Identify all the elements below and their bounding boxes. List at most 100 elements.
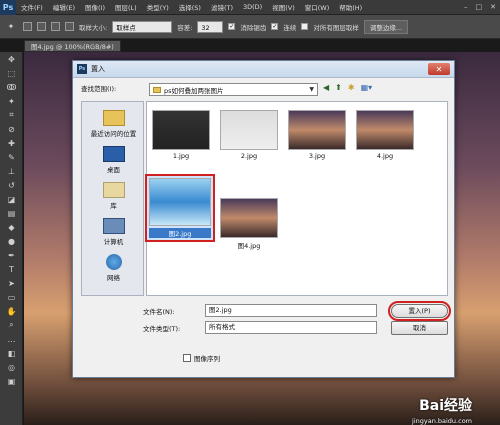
- place-recent[interactable]: 最近访问的位置: [82, 110, 145, 138]
- gradient-tool-icon[interactable]: ▤: [0, 206, 23, 220]
- menu-file[interactable]: 文件(F): [16, 2, 48, 12]
- subtract-selection-icon[interactable]: [51, 22, 60, 31]
- shape-tool-icon[interactable]: ▭: [0, 290, 23, 304]
- dialog-title: 置入: [91, 65, 105, 73]
- filename-input[interactable]: 图2.jpg: [205, 304, 377, 317]
- place-button[interactable]: 置入(P): [388, 301, 451, 321]
- place-desktop[interactable]: 桌面: [82, 146, 145, 174]
- place-network-label: 网络: [107, 274, 120, 282]
- dodge-tool-icon[interactable]: ●: [0, 234, 23, 248]
- recent-places-icon: [102, 110, 125, 126]
- move-tool-icon[interactable]: ✥: [0, 52, 23, 66]
- antialias-checkbox[interactable]: ✓: [228, 23, 236, 30]
- intersect-selection-icon[interactable]: [65, 22, 74, 31]
- tolerance-input[interactable]: 32: [197, 20, 224, 33]
- menu-window[interactable]: 窗口(W): [300, 2, 335, 12]
- place-recent-label: 最近访问的位置: [90, 130, 137, 138]
- file-item[interactable]: 3.jpg: [287, 110, 347, 160]
- document-tab[interactable]: 图4.jpg @ 100%(RGB/8#): [24, 40, 121, 52]
- minimize-icon[interactable]: –: [460, 3, 472, 11]
- filename-label: 文件名(N):: [143, 307, 175, 316]
- hand-tool-icon[interactable]: ✋: [0, 304, 23, 318]
- file-item[interactable]: 1.jpg: [151, 110, 211, 160]
- blur-tool-icon[interactable]: ◆: [0, 220, 23, 234]
- maximize-icon[interactable]: □: [472, 3, 487, 11]
- menu-edit[interactable]: 编辑(E): [48, 2, 80, 12]
- thumbnail: [220, 198, 278, 238]
- chevron-down-icon: ▼: [309, 86, 314, 93]
- add-selection-icon[interactable]: [37, 22, 46, 31]
- options-bar: ✦ 取样大小: 取样点 容差: 32 ✓ 消除锯齿 ✓ 连续 对所有图层取样 调…: [0, 15, 500, 39]
- network-icon: [105, 254, 122, 270]
- file-item[interactable]: 2.jpg: [219, 110, 279, 160]
- back-icon[interactable]: ◀: [323, 83, 329, 92]
- color-swatch-icon[interactable]: ◧: [0, 346, 23, 360]
- image-sequence-checkbox[interactable]: [183, 354, 191, 362]
- file-name: 3.jpg: [308, 152, 326, 160]
- crop-tool-icon[interactable]: ⌗: [0, 108, 23, 122]
- file-item[interactable]: 图4.jpg: [219, 198, 279, 250]
- thumbnail: [288, 110, 346, 150]
- refine-edge-button[interactable]: 调整边缘...: [363, 19, 409, 34]
- view-menu-icon[interactable]: ▦▾: [361, 83, 373, 92]
- watermark-brand: Bai经验: [419, 398, 472, 414]
- sample-size-select[interactable]: 取样点: [112, 20, 173, 33]
- file-item-selected[interactable]: 图2.jpg: [145, 174, 215, 242]
- contiguous-checkbox[interactable]: ✓: [271, 23, 279, 30]
- filename-row: 文件名(N): 图2.jpg: [143, 304, 377, 317]
- brush-tool-icon[interactable]: ✎: [0, 150, 23, 164]
- path-select-icon[interactable]: ➤: [0, 276, 23, 290]
- magic-wand-icon[interactable]: ✦: [0, 94, 23, 108]
- place-library-label: 库: [110, 202, 117, 210]
- menu-select[interactable]: 选择(S): [174, 2, 206, 12]
- look-in-value: ps如何叠加两张图片: [164, 86, 224, 95]
- nav-buttons: ◀ ⬆ ✱ ▦▾: [323, 83, 372, 92]
- type-tool-icon[interactable]: T: [0, 262, 23, 276]
- file-name: 2.jpg: [240, 152, 258, 160]
- place-desktop-label: 桌面: [107, 166, 120, 174]
- menu-view[interactable]: 视图(V): [267, 2, 300, 12]
- tolerance-label: 容差:: [177, 23, 193, 32]
- menu-filter[interactable]: 滤镜(T): [206, 2, 238, 12]
- new-folder-icon[interactable]: ✱: [348, 83, 355, 92]
- healing-brush-icon[interactable]: ✚: [0, 136, 23, 150]
- zoom-tool-icon[interactable]: ⌕: [0, 318, 23, 332]
- look-in-select[interactable]: ps如何叠加两张图片 ▼: [149, 83, 318, 96]
- menu-type[interactable]: 类型(Y): [142, 2, 174, 12]
- extra-tools-icon[interactable]: …: [0, 332, 23, 346]
- contiguous-label: 连续: [283, 23, 297, 32]
- up-folder-icon[interactable]: ⬆: [335, 83, 342, 92]
- menu-layer[interactable]: 图层(L): [110, 2, 142, 12]
- history-brush-icon[interactable]: ↺: [0, 178, 23, 192]
- all-layers-checkbox[interactable]: [301, 23, 309, 30]
- menu-help[interactable]: 帮助(H): [334, 2, 367, 12]
- menu-3d[interactable]: 3D(D): [238, 3, 267, 11]
- quick-mask-icon[interactable]: ◎: [0, 360, 23, 374]
- sample-size-label: 取样大小:: [79, 23, 108, 32]
- library-icon: [102, 182, 125, 198]
- marquee-tool-icon[interactable]: ⬚: [0, 66, 23, 80]
- cancel-button[interactable]: 取消: [391, 321, 448, 335]
- all-layers-label: 对所有图层取样: [313, 23, 359, 32]
- close-icon[interactable]: ✕: [486, 3, 500, 11]
- new-selection-icon[interactable]: [23, 22, 32, 31]
- magic-wand-tool-icon[interactable]: ✦: [4, 20, 18, 34]
- dialog-close-button[interactable]: ✕: [428, 63, 450, 75]
- lasso-tool-icon[interactable]: ↂ: [0, 80, 23, 94]
- place-dialog: Ps 置入 ✕ 查找范围(I): ps如何叠加两张图片 ▼ ◀ ⬆ ✱ ▦▾ 最…: [72, 60, 455, 378]
- pen-tool-icon[interactable]: ✒: [0, 248, 23, 262]
- screen-mode-icon[interactable]: ▣: [0, 374, 23, 388]
- place-network[interactable]: 网络: [82, 254, 145, 282]
- places-bar: 最近访问的位置 桌面 库 计算机 网络: [81, 101, 144, 296]
- eyedropper-tool-icon[interactable]: ⊘: [0, 122, 23, 136]
- place-computer[interactable]: 计算机: [82, 218, 145, 246]
- thumbnail: [149, 178, 211, 226]
- filetype-select[interactable]: 所有格式: [205, 321, 377, 334]
- filetype-row: 文件类型(T): 所有格式: [143, 321, 377, 334]
- look-in-label: 查找范围(I):: [81, 85, 117, 93]
- eraser-tool-icon[interactable]: ◪: [0, 192, 23, 206]
- place-library[interactable]: 库: [82, 182, 145, 210]
- clone-stamp-icon[interactable]: ⊥: [0, 164, 23, 178]
- menu-image[interactable]: 图像(I): [80, 2, 110, 12]
- file-item[interactable]: 4.jpg: [355, 110, 415, 160]
